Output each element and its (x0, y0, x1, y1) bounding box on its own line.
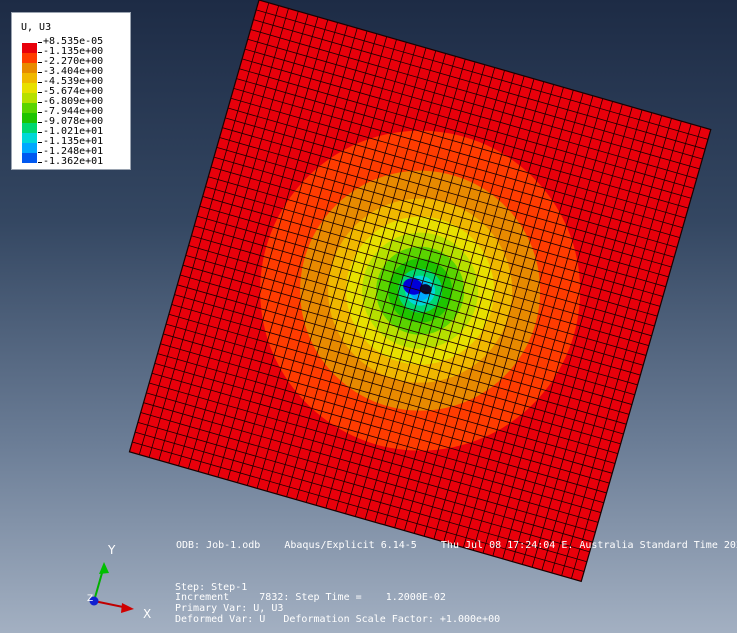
legend-swatch (22, 133, 37, 143)
deformed-plate-mesh (128, 0, 712, 583)
triad-z-label: Z (87, 594, 94, 604)
odb-info-line: ODB: Job-1.odb Abaqus/Explicit 6.14-5 Th… (176, 540, 737, 551)
legend-value: -1.362e+01 (43, 156, 104, 167)
contour-legend[interactable]: U, U3 +8.535e-05 -1.135e+00 -2.270e+00 -3.4… (11, 12, 131, 170)
orientation-triad[interactable] (89, 562, 135, 613)
legend-swatch (22, 103, 37, 113)
triad-y-label: Y (108, 543, 116, 557)
legend-tick (38, 62, 42, 63)
legend-swatch (22, 123, 37, 133)
primary-var-line: Primary Var: U, U3 (175, 603, 284, 614)
triad-x-label: X (143, 607, 152, 621)
legend-swatch (22, 153, 37, 163)
legend-title: U, U3 (21, 22, 52, 33)
legend-tick (38, 92, 42, 93)
legend-tick (38, 142, 42, 143)
legend-swatch (22, 113, 37, 123)
legend-tick (38, 132, 42, 133)
legend-swatch (22, 73, 37, 83)
legend-swatch (22, 143, 37, 153)
legend-swatch (22, 43, 37, 53)
legend-tick (38, 112, 42, 113)
legend-tick (38, 42, 42, 43)
legend-tick (38, 122, 42, 123)
legend-swatch (22, 53, 37, 63)
legend-tick (38, 152, 42, 153)
legend-tick (38, 72, 42, 73)
deformed-var-line: Deformed Var: U Deformation Scale Factor… (175, 614, 501, 625)
legend-tick (38, 162, 42, 163)
legend-swatch (22, 63, 37, 73)
legend-swatch (22, 93, 37, 103)
legend-tick (38, 102, 42, 103)
legend-tick (38, 82, 42, 83)
legend-tick (38, 52, 42, 53)
legend-swatch (22, 83, 37, 93)
increment-line: Increment 7832: Step Time = 1.2000E-02 (175, 592, 446, 603)
